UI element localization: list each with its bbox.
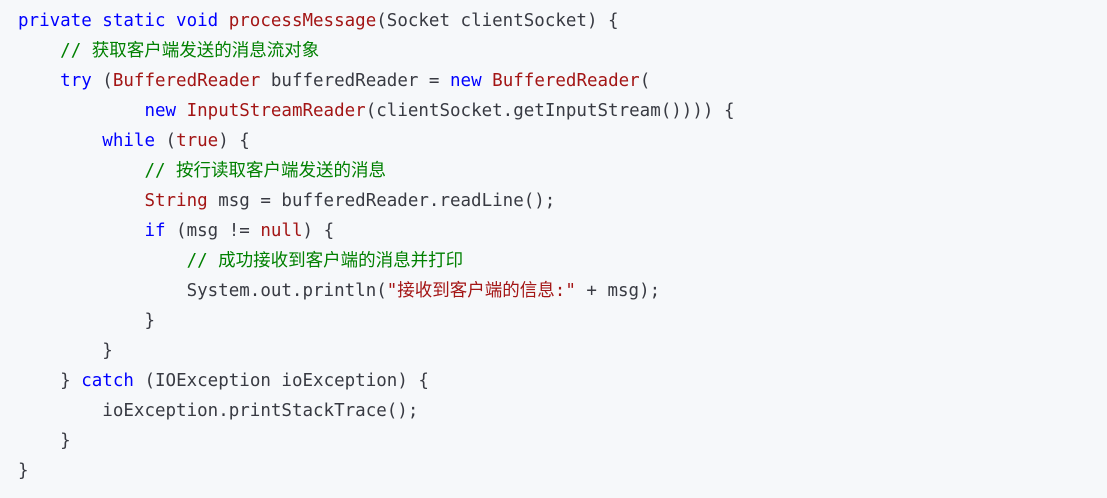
comment-token: // 按行读取客户端发送的消息 xyxy=(144,161,387,181)
code-line-14: ioException.printStackTrace(); xyxy=(102,401,419,421)
keyword-token: try xyxy=(60,71,92,91)
comment-token: // 获取客户端发送的消息流对象 xyxy=(60,41,320,61)
closing-brace: } xyxy=(144,311,155,331)
plain-token: (Socket clientSocket) { xyxy=(376,11,619,31)
code-line-12: } xyxy=(18,336,1107,366)
type-token: BufferedReader xyxy=(492,71,640,91)
keyword-token: private static void xyxy=(18,11,219,31)
code-line-5: while (true) { xyxy=(102,131,250,151)
code-line-9: // 成功接收到客户端的消息并打印 xyxy=(18,246,1107,276)
code-line-4: new InputStreamReader(clientSocket.getIn… xyxy=(144,101,735,121)
closing-brace: } xyxy=(18,461,29,481)
code-line-8: if (msg != null) { xyxy=(144,221,335,241)
method-name-token: processMessage xyxy=(228,11,377,31)
keyword-token: while xyxy=(102,131,155,151)
code-line-6: // 按行读取客户端发送的消息 xyxy=(18,156,1107,186)
code-block: private static void processMessage(Socke… xyxy=(0,0,1107,498)
type-token: String xyxy=(144,191,208,211)
code-line-16: } xyxy=(18,456,1107,486)
code-line-11: } xyxy=(18,306,1107,336)
code-line-7: String msg = bufferedReader.readLine(); xyxy=(144,191,556,211)
code-line-10: System.out.println("接收到客户端的信息:" + msg); xyxy=(186,281,661,301)
code-line-15: } xyxy=(18,426,1107,456)
keyword-token: if xyxy=(144,221,166,241)
literal-token: true xyxy=(176,131,219,151)
keyword-token: catch xyxy=(81,371,134,391)
closing-brace: } xyxy=(102,341,113,361)
code-line-1: private static void processMessage(Socke… xyxy=(18,6,1107,36)
closing-brace: } xyxy=(60,431,71,451)
keyword-token: new xyxy=(450,71,482,91)
code-line-2: // 获取客户端发送的消息流对象 xyxy=(18,36,1107,66)
code-line-13: } catch (IOException ioException) { xyxy=(60,371,429,391)
string-token: "接收到客户端的信息:" xyxy=(386,281,576,301)
type-token: InputStreamReader xyxy=(186,101,366,121)
literal-token: null xyxy=(260,221,303,241)
type-token: BufferedReader xyxy=(112,71,261,91)
keyword-token: new xyxy=(144,101,177,121)
comment-token: // 成功接收到客户端的消息并打印 xyxy=(186,251,464,271)
code-line-3: try (BufferedReader bufferedReader = new… xyxy=(60,71,651,91)
